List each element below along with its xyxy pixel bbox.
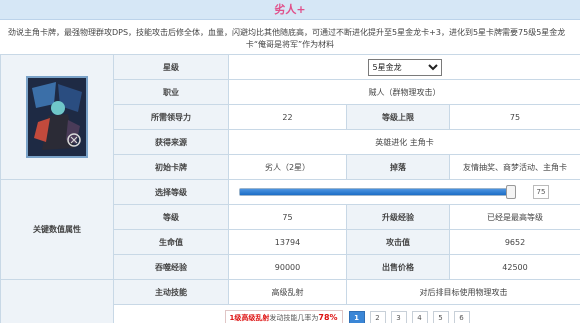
initial-value: 劣人（2星）: [228, 154, 347, 180]
active-skill-label: 主动技能: [113, 279, 229, 305]
drop-label: 掉落: [346, 154, 450, 180]
skill-page-6[interactable]: 6: [453, 310, 470, 323]
devour-value: 90000: [228, 254, 347, 280]
skill-page-1[interactable]: 1: [348, 310, 365, 323]
leadership-value: 22: [228, 104, 347, 130]
row-active-skill: 主动技能 高级乱射 对后排目标使用物理攻击: [0, 279, 580, 323]
atk-label: 攻击值: [346, 229, 450, 255]
description-line-1: 劲说主角卡牌，最强物理群攻DPS，技能攻击后修全体，血量，闪避均比其他随底高，可…: [8, 28, 566, 37]
job-value: 贼人（群物理攻击）: [227, 79, 580, 105]
level-slider-row: 75: [233, 185, 576, 199]
star-value-cell: 5星金龙: [227, 54, 580, 80]
source-value: 英雄进化 主角卡: [227, 129, 580, 155]
skill-chance-percent: 78%: [318, 312, 338, 322]
initial-label: 初始卡牌: [113, 154, 229, 180]
attr-section-label: 关键数值属性: [0, 179, 114, 280]
level-slider[interactable]: [239, 185, 516, 199]
atk-value: 9652: [448, 229, 580, 255]
level-select-cell: 75: [227, 179, 580, 205]
level-cap-value: 75: [448, 104, 580, 130]
level-slider-fill: [240, 189, 512, 195]
skill-detail-line: 1级高级乱射发动技能几率为78% 1 2 3 4 5 6: [118, 305, 576, 323]
skill-page-3[interactable]: 3: [390, 310, 407, 323]
hp-label: 生命值: [113, 229, 229, 255]
skill-level-pager: 1 2 3 4 5 6: [348, 310, 470, 323]
row-level-select: 关键数值属性 选择等级 75: [0, 179, 580, 280]
card-portrait: [26, 76, 88, 158]
level-cap-label: 等级上限: [346, 104, 450, 130]
skill-page-2[interactable]: 2: [369, 310, 386, 323]
card-info-table: 星级 5星金龙 职业 贼人（群物理攻击） 所需领导力 22 等级上限 75 获得…: [0, 54, 580, 323]
portrait-cell: [0, 54, 114, 180]
row-star: 星级 5星金龙: [0, 54, 580, 180]
exp-label: 升级经验: [346, 204, 450, 230]
hp-value: 13794: [228, 229, 347, 255]
card-description: 劲说主角卡牌，最强物理群攻DPS，技能攻击后修全体，血量，闪避均比其他随底高，可…: [0, 20, 580, 54]
skill-page-5[interactable]: 5: [432, 310, 449, 323]
level-select-label: 选择等级: [113, 179, 229, 205]
drop-value: 友情抽奖、商梦活动、主角卡: [448, 154, 580, 180]
level-slider-handle[interactable]: [506, 185, 516, 199]
sell-value: 42500: [448, 254, 580, 280]
star-select[interactable]: 5星金龙: [367, 58, 442, 76]
character-art-icon: [28, 78, 86, 156]
source-label: 获得来源: [113, 129, 229, 155]
star-label: 星级: [113, 54, 229, 80]
skill-detail-mid: 发动技能几率为: [269, 313, 319, 322]
level-label: 等级: [113, 204, 229, 230]
sell-label: 出售价格: [346, 254, 450, 280]
skill-level-prefix: 1级: [229, 313, 242, 322]
page-title: 劣人+: [0, 0, 580, 20]
job-label: 职业: [113, 79, 229, 105]
exp-value: 已经是最高等级: [448, 204, 580, 230]
description-line-2: 卡“俺哥是将军”作为材料: [245, 40, 335, 49]
skill-detail-name: 高级乱射: [241, 313, 270, 322]
active-skill-desc: 对后排目标使用物理攻击: [345, 279, 580, 305]
active-skill-name: 高级乱射: [228, 279, 347, 305]
skill-detail-cell: 1级高级乱射发动技能几率为78% 1 2 3 4 5 6: [112, 304, 580, 323]
skill-chance-text: 1级高级乱射发动技能几率为78%: [224, 309, 343, 323]
devour-label: 吞噬经验: [113, 254, 229, 280]
skill-page-4[interactable]: 4: [411, 310, 428, 323]
level-value: 75: [228, 204, 347, 230]
skill-side-cell: [0, 279, 114, 323]
leadership-label: 所需领导力: [113, 104, 229, 130]
level-input[interactable]: 75: [533, 185, 549, 199]
